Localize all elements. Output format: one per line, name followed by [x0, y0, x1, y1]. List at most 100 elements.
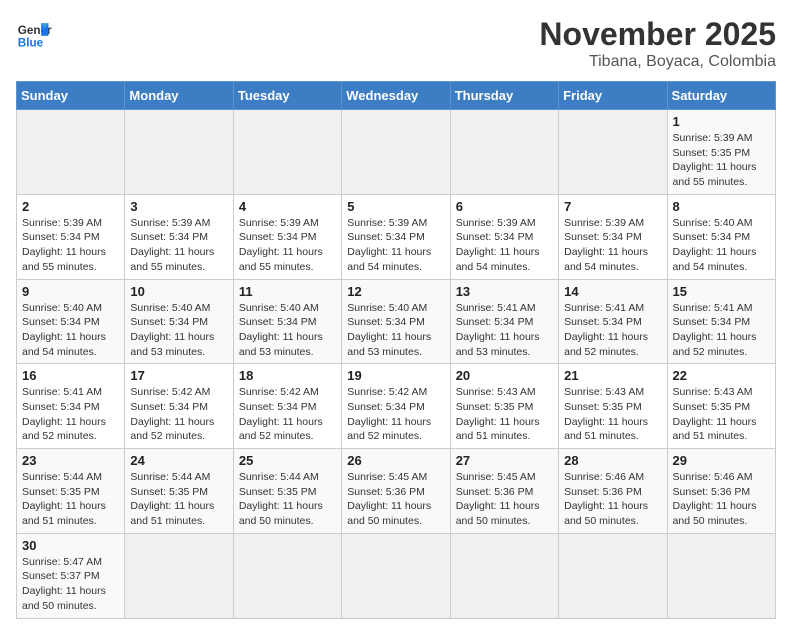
calendar-cell [559, 110, 667, 195]
calendar-cell: 30 Sunrise: 5:47 AMSunset: 5:37 PMDayligh… [17, 533, 125, 618]
calendar-week-row: 2 Sunrise: 5:39 AMSunset: 5:34 PMDaylight… [17, 194, 776, 279]
day-number: 4 [239, 199, 336, 214]
day-number: 18 [239, 368, 336, 383]
day-number: 15 [673, 284, 770, 299]
day-number: 7 [564, 199, 661, 214]
calendar-week-row: 30 Sunrise: 5:47 AMSunset: 5:37 PMDayligh… [17, 533, 776, 618]
day-number: 22 [673, 368, 770, 383]
calendar-cell [125, 533, 233, 618]
day-info: Sunrise: 5:40 AMSunset: 5:34 PMDaylight:… [22, 301, 119, 360]
logo: General Blue [16, 16, 52, 52]
calendar-cell: 24 Sunrise: 5:44 AMSunset: 5:35 PMDayligh… [125, 449, 233, 534]
day-number: 9 [22, 284, 119, 299]
calendar-cell [667, 533, 775, 618]
weekday-header-sunday: Sunday [17, 82, 125, 110]
day-number: 26 [347, 453, 444, 468]
calendar-cell [342, 533, 450, 618]
day-number: 11 [239, 284, 336, 299]
calendar-cell: 5 Sunrise: 5:39 AMSunset: 5:34 PMDaylight… [342, 194, 450, 279]
day-info: Sunrise: 5:42 AMSunset: 5:34 PMDaylight:… [239, 385, 336, 444]
day-info: Sunrise: 5:43 AMSunset: 5:35 PMDaylight:… [564, 385, 661, 444]
day-info: Sunrise: 5:40 AMSunset: 5:34 PMDaylight:… [347, 301, 444, 360]
day-info: Sunrise: 5:41 AMSunset: 5:34 PMDaylight:… [564, 301, 661, 360]
day-number: 20 [456, 368, 553, 383]
day-info: Sunrise: 5:41 AMSunset: 5:34 PMDaylight:… [673, 301, 770, 360]
day-info: Sunrise: 5:46 AMSunset: 5:36 PMDaylight:… [673, 470, 770, 529]
calendar-cell: 4 Sunrise: 5:39 AMSunset: 5:34 PMDaylight… [233, 194, 341, 279]
calendar-cell [450, 533, 558, 618]
calendar-cell: 14 Sunrise: 5:41 AMSunset: 5:34 PMDayligh… [559, 279, 667, 364]
calendar-cell [559, 533, 667, 618]
day-info: Sunrise: 5:47 AMSunset: 5:37 PMDaylight:… [22, 555, 119, 614]
calendar-cell: 3Sunrise: 5:39 AMSunset: 5:34 PMDaylight… [125, 194, 233, 279]
day-number: 17 [130, 368, 227, 383]
calendar-cell: 1 Sunrise: 5:39 AMSunset: 5:35 PMDaylight… [667, 110, 775, 195]
calendar-week-row: 16Sunrise: 5:41 AMSunset: 5:34 PMDayligh… [17, 364, 776, 449]
weekday-header-saturday: Saturday [667, 82, 775, 110]
day-info: Sunrise: 5:41 AMSunset: 5:34 PMDaylight:… [22, 385, 119, 444]
day-info: Sunrise: 5:44 AMSunset: 5:35 PMDaylight:… [130, 470, 227, 529]
calendar-cell: 9 Sunrise: 5:40 AMSunset: 5:34 PMDaylight… [17, 279, 125, 364]
calendar-cell: 17 Sunrise: 5:42 AMSunset: 5:34 PMDayligh… [125, 364, 233, 449]
day-number: 5 [347, 199, 444, 214]
calendar-cell [342, 110, 450, 195]
calendar-cell: 21 Sunrise: 5:43 AMSunset: 5:35 PMDayligh… [559, 364, 667, 449]
day-info: Sunrise: 5:39 AMSunset: 5:34 PMDaylight:… [347, 216, 444, 275]
location-title: Tibana, Boyaca, Colombia [539, 53, 776, 71]
calendar-cell: 12Sunrise: 5:40 AMSunset: 5:34 PMDayligh… [342, 279, 450, 364]
calendar-cell: 16Sunrise: 5:41 AMSunset: 5:34 PMDayligh… [17, 364, 125, 449]
day-info: Sunrise: 5:39 AMSunset: 5:34 PMDaylight:… [239, 216, 336, 275]
calendar-cell: 23 Sunrise: 5:44 AMSunset: 5:35 PMDayligh… [17, 449, 125, 534]
day-info: Sunrise: 5:40 AMSunset: 5:34 PMDaylight:… [673, 216, 770, 275]
calendar-cell [233, 110, 341, 195]
day-number: 6 [456, 199, 553, 214]
day-info: Sunrise: 5:45 AMSunset: 5:36 PMDaylight:… [456, 470, 553, 529]
day-info: Sunrise: 5:42 AMSunset: 5:34 PMDaylight:… [347, 385, 444, 444]
day-number: 29 [673, 453, 770, 468]
month-title: November 2025 [539, 16, 776, 53]
calendar-cell: 28Sunrise: 5:46 AMSunset: 5:36 PMDayligh… [559, 449, 667, 534]
day-number: 14 [564, 284, 661, 299]
calendar-cell: 2 Sunrise: 5:39 AMSunset: 5:34 PMDaylight… [17, 194, 125, 279]
day-info: Sunrise: 5:39 AMSunset: 5:34 PMDaylight:… [564, 216, 661, 275]
day-number: 19 [347, 368, 444, 383]
weekday-header-tuesday: Tuesday [233, 82, 341, 110]
day-number: 3 [130, 199, 227, 214]
day-number: 2 [22, 199, 119, 214]
day-info: Sunrise: 5:39 AMSunset: 5:34 PMDaylight:… [22, 216, 119, 275]
day-number: 27 [456, 453, 553, 468]
day-info: Sunrise: 5:42 AMSunset: 5:34 PMDaylight:… [130, 385, 227, 444]
calendar-cell: 19 Sunrise: 5:42 AMSunset: 5:34 PMDayligh… [342, 364, 450, 449]
day-number: 28 [564, 453, 661, 468]
day-number: 24 [130, 453, 227, 468]
day-info: Sunrise: 5:39 AMSunset: 5:35 PMDaylight:… [673, 131, 770, 190]
day-info: Sunrise: 5:43 AMSunset: 5:35 PMDaylight:… [456, 385, 553, 444]
calendar-cell: 7 Sunrise: 5:39 AMSunset: 5:34 PMDaylight… [559, 194, 667, 279]
day-number: 1 [673, 114, 770, 129]
day-number: 10 [130, 284, 227, 299]
day-number: 21 [564, 368, 661, 383]
day-info: Sunrise: 5:39 AMSunset: 5:34 PMDaylight:… [456, 216, 553, 275]
day-info: Sunrise: 5:44 AMSunset: 5:35 PMDaylight:… [22, 470, 119, 529]
calendar-week-row: 23 Sunrise: 5:44 AMSunset: 5:35 PMDayligh… [17, 449, 776, 534]
day-number: 30 [22, 538, 119, 553]
calendar-week-row: 1 Sunrise: 5:39 AMSunset: 5:35 PMDaylight… [17, 110, 776, 195]
calendar-cell: 8Sunrise: 5:40 AMSunset: 5:34 PMDaylight… [667, 194, 775, 279]
day-info: Sunrise: 5:40 AMSunset: 5:34 PMDaylight:… [130, 301, 227, 360]
page-header: General Blue November 2025 Tibana, Boyac… [16, 16, 776, 71]
day-number: 25 [239, 453, 336, 468]
calendar-cell: 18 Sunrise: 5:42 AMSunset: 5:34 PMDayligh… [233, 364, 341, 449]
weekday-header-thursday: Thursday [450, 82, 558, 110]
weekday-header-wednesday: Wednesday [342, 82, 450, 110]
weekday-header-row: SundayMondayTuesdayWednesdayThursdayFrid… [17, 82, 776, 110]
day-number: 23 [22, 453, 119, 468]
calendar-week-row: 9 Sunrise: 5:40 AMSunset: 5:34 PMDaylight… [17, 279, 776, 364]
calendar-cell: 13Sunrise: 5:41 AMSunset: 5:34 PMDayligh… [450, 279, 558, 364]
calendar-cell [233, 533, 341, 618]
day-info: Sunrise: 5:40 AMSunset: 5:34 PMDaylight:… [239, 301, 336, 360]
day-info: Sunrise: 5:41 AMSunset: 5:34 PMDaylight:… [456, 301, 553, 360]
calendar-cell [450, 110, 558, 195]
day-info: Sunrise: 5:45 AMSunset: 5:36 PMDaylight:… [347, 470, 444, 529]
calendar-cell: 11 Sunrise: 5:40 AMSunset: 5:34 PMDayligh… [233, 279, 341, 364]
weekday-header-monday: Monday [125, 82, 233, 110]
